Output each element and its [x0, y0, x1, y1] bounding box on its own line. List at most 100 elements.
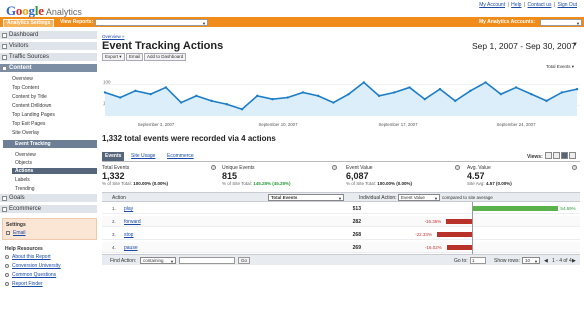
my-account-link[interactable]: My Account — [479, 2, 505, 8]
data-point — [149, 92, 152, 96]
sidebar-subitem-top-landing-pages[interactable]: Top Landing Pages — [12, 112, 55, 118]
table-row[interactable]: 1. play 513 54.69% — [102, 203, 580, 214]
goto-label: Go to: — [454, 258, 468, 264]
sidebar-subitem-content-drilldown[interactable]: Content Drilldown — [12, 103, 51, 109]
analytics-settings-link[interactable]: Analytics Settings — [3, 18, 55, 28]
comparison-bar — [447, 245, 472, 250]
comparison-axis — [472, 202, 473, 254]
find-mode-select[interactable]: containing ▼ — [140, 257, 176, 264]
sidebar-subitem-trending[interactable]: Trending — [15, 186, 35, 192]
col-action-header[interactable]: Action — [112, 195, 126, 201]
contact-link[interactable]: Contact us — [528, 2, 552, 8]
sidebar-item-ecommerce[interactable]: Ecommerce — [0, 205, 97, 214]
pie-view-icon[interactable] — [553, 152, 560, 159]
top-links: My Account | Help | Contact us | Sign Ou… — [479, 2, 577, 8]
metric-sub-prefix: % of Site Total: — [346, 181, 378, 186]
sidebar-item-dashboard[interactable]: Dashboard — [0, 31, 97, 40]
help-link-report-finder[interactable]: Report Finder — [12, 281, 43, 287]
sidebar-subitem-overview[interactable]: Overview — [12, 76, 33, 82]
go-button[interactable]: Go — [238, 257, 251, 264]
data-point — [484, 81, 487, 84]
performance-view-icon[interactable] — [561, 152, 568, 159]
help-link-conversion-university[interactable]: Conversion University — [12, 263, 61, 269]
action-link[interactable]: play — [124, 206, 133, 212]
data-point — [301, 91, 305, 94]
email-button[interactable]: Email — [126, 53, 144, 61]
action-link[interactable]: forward — [124, 219, 141, 225]
help-question-icon[interactable]: ? — [332, 165, 337, 170]
metric-total-events: Total Events 1,332 % of Site Total: 100.… — [102, 165, 168, 186]
table-header: Action Total Events ▼ Individual Action: … — [102, 192, 580, 202]
date-range-picker[interactable]: Sep 1, 2007 - Sep 30, 2007 — [472, 41, 576, 51]
sidebar-subitem-actions[interactable]: Actions — [12, 168, 97, 174]
sidebar-item-goals[interactable]: Goals — [0, 194, 97, 203]
help-link-common-questions[interactable]: Common Questions — [12, 272, 56, 278]
settings-email-link[interactable]: Email — [13, 230, 26, 236]
find-mode-value: containing — [143, 258, 164, 263]
sidebar-item-traffic-sources[interactable]: Traffic Sources — [0, 53, 97, 62]
sidebar-subitem-site-overlay[interactable]: Site Overlay — [12, 130, 39, 136]
help-question-icon[interactable]: ? — [455, 165, 460, 170]
sidebar-subitem-top-exit-pages[interactable]: Top Exit Pages — [12, 121, 45, 127]
top-nav-bar: Analytics Settings View Reports: ▼ My An… — [0, 17, 584, 28]
prev-page-icon[interactable]: ◀ — [544, 258, 548, 264]
data-point — [347, 92, 350, 96]
comparison-percent: -22.33% — [415, 232, 432, 237]
total-events-value: 513 — [352, 206, 361, 212]
next-page-icon[interactable]: ▶ — [572, 258, 576, 264]
data-point — [195, 94, 198, 98]
metric-sub-value: 100.00% (0.00%) — [377, 181, 412, 186]
metric-value: 1,332 — [102, 171, 125, 181]
sidebar-subitem-content-by-title[interactable]: Content by Title — [12, 94, 47, 100]
table-row[interactable]: 4. pause 269 -16.02% — [102, 242, 580, 253]
export-button[interactable]: Export ▾ — [102, 53, 125, 61]
comparison-bar — [473, 206, 559, 211]
tab-site-usage[interactable]: Site Usage — [128, 152, 158, 161]
view-reports-label: View Reports: — [60, 19, 94, 25]
total-events-value: 268 — [352, 232, 361, 238]
metric-avg-value: Avg. Value 4.57 Site Avg: 4.57 (0.00%) — [467, 165, 512, 186]
show-rows-value: 10 — [525, 258, 531, 263]
tab-ecommerce[interactable]: Ecommerce — [164, 152, 197, 161]
help-icon — [5, 255, 9, 259]
data-point — [179, 101, 183, 104]
comparison-bar — [446, 219, 472, 224]
show-rows-select[interactable]: 10 ▼ — [522, 257, 540, 264]
breadcrumb[interactable]: Overview » — [102, 34, 125, 39]
action-link[interactable]: stop — [124, 232, 133, 238]
help-link-about-report[interactable]: About this Report — [12, 254, 51, 260]
comparison-view-icon[interactable] — [569, 152, 576, 159]
find-action-input[interactable] — [179, 257, 235, 264]
help-resources-title: Help Resources — [5, 246, 43, 252]
view-reports-select[interactable]: ▼ — [95, 18, 208, 26]
sidebar-subitem-labels[interactable]: Labels — [15, 177, 30, 183]
compare-description: compared to site average — [442, 195, 493, 200]
sign-out-link[interactable]: Sign Out — [558, 2, 577, 8]
goto-input[interactable]: 1 — [470, 257, 486, 264]
help-icon — [5, 273, 9, 277]
metric-column-select[interactable]: Total Events ▼ — [268, 194, 344, 201]
tab-events[interactable]: Events — [102, 152, 125, 161]
add-to-dashboard-button[interactable]: Add to Dashboard — [144, 53, 187, 61]
help-link[interactable]: Help — [511, 2, 521, 8]
compare-metric-select[interactable]: Event Value ▼ — [398, 194, 440, 201]
events-line-chart[interactable]: 100100September 3, 2007September 10, 200… — [102, 70, 580, 130]
sidebar-subitem-top-content[interactable]: Top Content — [12, 85, 39, 91]
table-row[interactable]: 3. stop 268 -22.33% — [102, 229, 580, 240]
sidebar-subitem-objects[interactable]: Objects — [15, 160, 32, 166]
chevron-down-icon[interactable]: ▼ — [572, 42, 578, 48]
settings-title: Settings — [6, 222, 26, 228]
sidebar-subitem-event-overview[interactable]: Overview — [15, 152, 36, 158]
sidebar-item-event-tracking[interactable]: Event Tracking — [3, 140, 97, 148]
dashboard-icon — [2, 33, 7, 38]
table-row[interactable]: 2. forward 282 -16.35% — [102, 216, 580, 227]
help-question-icon[interactable]: ? — [572, 165, 577, 170]
help-question-icon[interactable]: ? — [211, 165, 216, 170]
sidebar-item-content[interactable]: Content — [0, 64, 97, 73]
individual-action-label: Individual Action: — [359, 195, 397, 201]
table-view-icon[interactable] — [545, 152, 552, 159]
action-link[interactable]: pause — [124, 245, 138, 251]
data-point — [423, 98, 426, 101]
sidebar-item-visitors[interactable]: Visitors — [0, 42, 97, 51]
accounts-select[interactable]: ▼ — [540, 18, 582, 26]
